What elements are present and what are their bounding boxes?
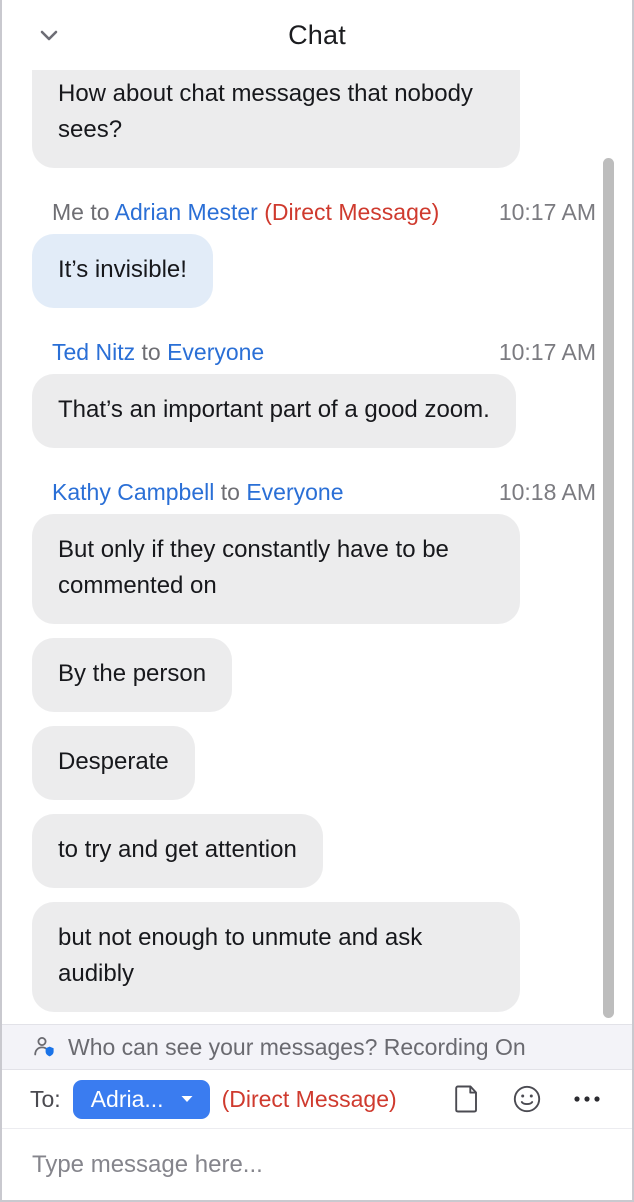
message-scroll-area: How about chat messages that nobody sees… xyxy=(2,70,632,1024)
chat-panel: Chat How about chat messages that nobody… xyxy=(0,0,634,1202)
message-bubble-row: That’s an important part of a good zoom. xyxy=(32,374,596,462)
message-meta: Kathy Campbell to Everyone 10:18 AM xyxy=(32,462,596,514)
message-input[interactable] xyxy=(30,1149,604,1180)
message-group: Desperate xyxy=(32,726,596,814)
file-icon[interactable] xyxy=(450,1082,484,1116)
message-sender-line: Kathy Campbell to Everyone xyxy=(52,476,344,508)
to-word: to xyxy=(83,199,115,225)
page-title: Chat xyxy=(288,19,346,50)
smiley-icon[interactable] xyxy=(510,1082,544,1116)
direct-message-tag: (Direct Message) xyxy=(257,199,440,225)
direct-message-label: (Direct Message) xyxy=(221,1085,397,1112)
message-bubble-row: How about chat messages that nobody sees… xyxy=(32,70,596,182)
caret-down-icon xyxy=(178,1090,196,1108)
message-composer: To: Adria... (Direct Message) xyxy=(2,1070,632,1200)
privacy-notice-bar[interactable]: Who can see your messages? Recording On xyxy=(2,1024,632,1070)
message-bubble[interactable]: But only if they constantly have to be c… xyxy=(32,514,520,624)
message-timestamp: 10:18 AM xyxy=(498,479,596,505)
message-group: but not enough to unmute and ask audibly xyxy=(32,902,596,1024)
recipient-selector[interactable]: Adria... xyxy=(72,1079,210,1119)
chevron-down-icon[interactable] xyxy=(34,20,64,50)
recipient-name[interactable]: Everyone xyxy=(246,479,343,505)
message-group: to try and get attention xyxy=(32,814,596,902)
message-bubble[interactable]: Desperate xyxy=(32,726,195,800)
to-word: to xyxy=(135,339,168,365)
privacy-notice-text: Who can see your messages? Recording On xyxy=(68,1033,526,1060)
message-bubble[interactable]: It’s invisible! xyxy=(32,234,213,308)
to-word: to xyxy=(214,479,247,505)
message-bubble-row: Desperate xyxy=(32,726,596,814)
message-group: By the person xyxy=(32,638,596,726)
message-group: Kathy Campbell to Everyone 10:18 AM But on… xyxy=(32,462,596,638)
message-bubble[interactable]: By the person xyxy=(32,638,233,712)
composer-actions xyxy=(450,1082,610,1116)
recipient-row: To: Adria... (Direct Message) xyxy=(2,1070,632,1128)
message-list[interactable]: How about chat messages that nobody sees… xyxy=(2,70,632,1024)
recipient-name[interactable]: Adrian Mester xyxy=(115,199,258,225)
recipient-name: Adria... xyxy=(90,1085,164,1112)
scrollbar-track[interactable] xyxy=(603,70,624,1024)
message-group: How about chat messages that nobody sees… xyxy=(32,70,596,182)
message-bubble-row: By the person xyxy=(32,638,596,726)
person-shield-icon xyxy=(30,1033,58,1061)
message-bubble-row: But only if they constantly have to be c… xyxy=(32,514,596,638)
message-input-row xyxy=(2,1128,632,1200)
message-meta: Ted Nitz to Everyone 10:17 AM xyxy=(32,322,596,374)
message-bubble[interactable]: but not enough to unmute and ask audibly xyxy=(32,902,520,1012)
message-timestamp: 10:17 AM xyxy=(498,199,596,225)
message-bubble-row: but not enough to unmute and ask audibly xyxy=(32,902,596,1024)
message-bubble-row: It’s invisible! xyxy=(32,234,596,322)
message-meta: Me to Adrian Mester (Direct Message) 10:1… xyxy=(32,182,596,234)
message-timestamp: 10:17 AM xyxy=(498,339,596,365)
ellipsis-icon[interactable] xyxy=(570,1082,604,1116)
sender-name[interactable]: Me xyxy=(52,199,84,225)
recipient-name[interactable]: Everyone xyxy=(167,339,264,365)
message-group: Me to Adrian Mester (Direct Message) 10:1… xyxy=(32,182,596,322)
message-bubble[interactable]: That’s an important part of a good zoom. xyxy=(32,374,516,448)
scrollbar-thumb[interactable] xyxy=(603,158,614,1018)
message-sender-line: Me to Adrian Mester (Direct Message) xyxy=(52,196,439,228)
message-sender-line: Ted Nitz to Everyone xyxy=(52,336,264,368)
chat-header: Chat xyxy=(2,0,632,70)
message-bubble[interactable]: How about chat messages that nobody sees… xyxy=(32,70,520,168)
to-label: To: xyxy=(30,1085,61,1112)
message-group: Ted Nitz to Everyone 10:17 AM That’s an im… xyxy=(32,322,596,462)
sender-name[interactable]: Kathy Campbell xyxy=(52,479,214,505)
message-bubble-row: to try and get attention xyxy=(32,814,596,902)
message-bubble[interactable]: to try and get attention xyxy=(32,814,323,888)
sender-name[interactable]: Ted Nitz xyxy=(52,339,135,365)
